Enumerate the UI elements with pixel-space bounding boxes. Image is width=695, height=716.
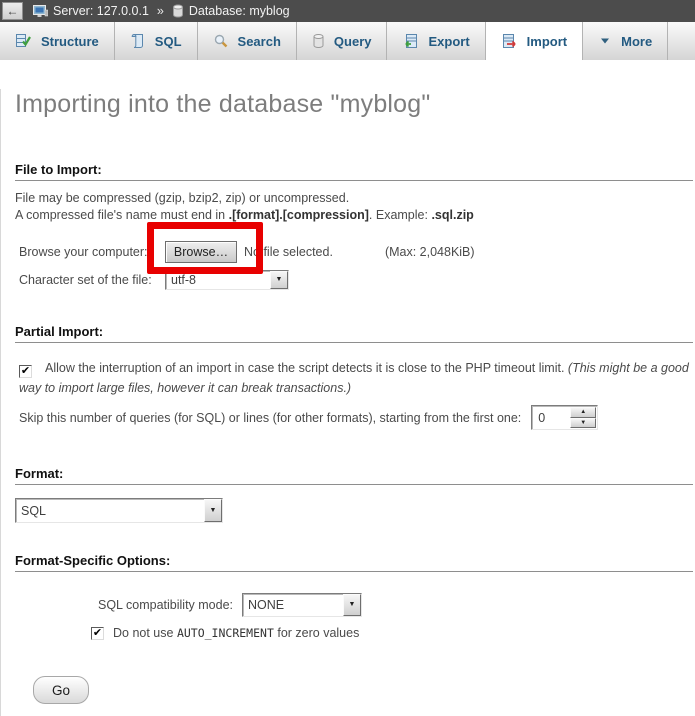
format-options-heading: Format-Specific Options: — [15, 554, 693, 572]
spinner-down-icon[interactable]: ▼ — [570, 418, 596, 429]
main-content: Importing into the database "myblog" Fil… — [0, 89, 695, 716]
sql-compat-row: SQL compatibility mode: NONE ▼ — [98, 592, 693, 617]
zero-suffix: for zero values — [274, 626, 359, 640]
breadcrumb-bar: ← Server: 127.0.0.1 » Database: myblog — [0, 0, 695, 22]
skip-queries-input[interactable]: 0 ▲ ▼ — [531, 405, 598, 430]
server-icon — [33, 4, 48, 18]
breadcrumb-separator: » — [157, 4, 164, 18]
spinner-up-icon[interactable]: ▲ — [570, 407, 596, 418]
tab-query-label: Query — [334, 34, 372, 49]
export-icon — [402, 33, 419, 49]
file-import-heading: File to Import: — [15, 163, 693, 181]
format-select[interactable]: SQL ▼ — [15, 498, 223, 523]
compress-info-line2: A compressed file's name must end in — [15, 208, 229, 222]
structure-icon — [15, 33, 32, 49]
skip-queries-label: Skip this number of queries (for SQL) or… — [19, 411, 521, 425]
breadcrumb-server[interactable]: Server: 127.0.0.1 — [53, 4, 149, 18]
auto-increment-checkbox[interactable]: ✔ — [91, 627, 104, 640]
tab-sql[interactable]: SQL — [115, 22, 198, 60]
zero-prefix: Do not use — [113, 626, 177, 640]
tab-structure[interactable]: Structure — [0, 22, 115, 60]
tab-bar: Structure SQL Search Query Export — [0, 22, 695, 60]
database-icon — [172, 4, 184, 18]
skip-queries-row: Skip this number of queries (for SQL) or… — [15, 405, 693, 430]
import-icon — [501, 33, 518, 49]
back-button[interactable]: ← — [2, 2, 23, 20]
format-compression-hint: .[format].[compression] — [229, 208, 369, 222]
allow-interruption-text: Allow the interruption of an import in c… — [45, 361, 568, 375]
sql-compat-label: SQL compatibility mode: — [98, 598, 233, 612]
allow-interruption-row: ✔ Allow the interruption of an import in … — [15, 358, 693, 398]
auto-increment-row: ✔ Do not use AUTO_INCREMENT for zero val… — [91, 625, 693, 641]
search-icon — [213, 33, 229, 49]
charset-row: Character set of the file: utf-8 ▼ — [15, 269, 693, 290]
go-button[interactable]: Go — [33, 676, 89, 704]
tab-import[interactable]: Import — [486, 22, 583, 60]
tab-sql-label: SQL — [155, 34, 182, 49]
breadcrumb-database[interactable]: Database: myblog — [189, 4, 290, 18]
file-import-info: File may be compressed (gzip, bzip2, zip… — [15, 190, 693, 223]
max-size-text: (Max: 2,048KiB) — [385, 245, 475, 259]
query-icon — [312, 33, 325, 49]
browse-row: Browse your computer: Browse… No file se… — [15, 240, 693, 264]
sql-icon — [130, 33, 146, 49]
tab-export-label: Export — [428, 34, 469, 49]
auto-increment-text: Do not use AUTO_INCREMENT for zero value… — [113, 626, 359, 640]
tab-query[interactable]: Query — [297, 22, 388, 60]
dropdown-arrow-icon[interactable]: ▼ — [270, 271, 288, 289]
charset-select[interactable]: utf-8 ▼ — [165, 270, 289, 290]
format-select-value: SQL — [16, 504, 46, 518]
skip-queries-value: 0 — [532, 411, 570, 425]
allow-interruption-checkbox[interactable]: ✔ — [19, 365, 32, 378]
tab-more-label: More — [621, 34, 652, 49]
sql-compat-value: NONE — [243, 598, 284, 612]
sql-compat-select[interactable]: NONE ▼ — [242, 593, 362, 617]
partial-import-heading: Partial Import: — [15, 325, 693, 343]
page-title: Importing into the database "myblog" — [15, 89, 693, 119]
dropdown-arrow-icon[interactable]: ▼ — [343, 594, 361, 616]
tab-import-label: Import — [527, 34, 567, 49]
chevron-down-icon — [598, 34, 612, 48]
charset-select-value: utf-8 — [166, 273, 196, 287]
auto-increment-code: AUTO_INCREMENT — [177, 626, 274, 640]
example-label: . Example: — [369, 208, 432, 222]
tab-more[interactable]: More — [583, 22, 668, 60]
browse-label: Browse your computer: — [15, 245, 165, 259]
no-file-text: No file selected. — [244, 245, 333, 259]
tab-structure-label: Structure — [41, 34, 99, 49]
spinner-buttons: ▲ ▼ — [570, 407, 596, 428]
example-value: .sql.zip — [431, 208, 473, 222]
browse-button[interactable]: Browse… — [165, 241, 237, 263]
tabbar-filler — [668, 22, 695, 60]
compress-info-line1: File may be compressed (gzip, bzip2, zip… — [15, 191, 349, 205]
breadcrumb: Server: 127.0.0.1 » Database: myblog — [33, 4, 290, 18]
tab-export[interactable]: Export — [387, 22, 485, 60]
charset-label: Character set of the file: — [15, 273, 165, 287]
tab-search-label: Search — [238, 34, 281, 49]
tab-search[interactable]: Search — [198, 22, 297, 60]
dropdown-arrow-icon[interactable]: ▼ — [204, 499, 222, 522]
format-heading: Format: — [15, 467, 693, 485]
